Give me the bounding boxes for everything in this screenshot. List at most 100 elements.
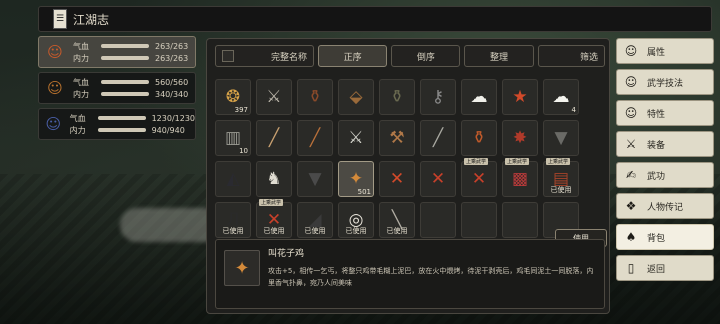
inventory-slot[interactable]: ⬙	[338, 79, 374, 115]
inventory-slot[interactable]: ⚔	[338, 120, 374, 156]
inventory-slot[interactable]: ★	[502, 79, 538, 115]
menu-item[interactable]: ❖ 人物传记	[616, 193, 714, 219]
page-title: 江湖志	[73, 12, 110, 27]
crossed-blades-icon: ✕	[471, 168, 487, 189]
inventory-slot[interactable]: ▥ 10	[215, 120, 251, 156]
mp-row: 内力 340/340	[73, 88, 195, 100]
inventory-slot[interactable]: ❂ 397	[215, 79, 251, 115]
inventory-slot[interactable]: ╱	[420, 120, 456, 156]
attributes-icon: ☺	[624, 44, 638, 58]
used-label: 已使用	[263, 227, 285, 235]
hp-label: 气血	[73, 77, 89, 87]
warrior-portrait: ☺	[47, 79, 63, 97]
menu-label: 装备	[647, 140, 666, 151]
equipment-icon: ⚔	[625, 137, 637, 151]
tab-forward[interactable]: 正序	[317, 45, 388, 67]
inventory-slot[interactable]: ◭	[215, 161, 251, 197]
inventory-grid: ❂ 397 ⚔ ⚱ ⬙ ⚱ ⚷ ☁ ★ ☁ 4 ▥ 10 ╱ ╱ ⚔ ⚒ ╱ ⚱ ✸ ▼ ◭ ♞ ▼ ✦ 501 ✕ ✕ ✕ 上乘武学 ▩ 上…	[215, 79, 609, 238]
menu-label: 武功	[647, 171, 666, 182]
rank-tag: 上乘武学	[546, 158, 571, 165]
inventory-panel: 完整名称 正序 倒序 整理 筛选 ❂ 397 ⚔ ⚱ ⬙ ⚱ ⚷ ☁ ★ ☁ 4 ▥ 10 ╱ ╱ ⚔ ⚒ ╱ ⚱ ✸…	[206, 38, 610, 314]
inventory-slot[interactable]: Л 已使用	[215, 202, 251, 238]
inventory-slot[interactable]: ⚷	[420, 79, 456, 115]
inventory-slot[interactable]: ▩ 上乘武学	[502, 158, 538, 197]
horse-icon: ♞	[266, 168, 282, 189]
inventory-slot[interactable]: ⚔	[256, 79, 292, 115]
book-icon[interactable]: ☰	[53, 9, 67, 29]
wine-jar-icon: ⚱	[307, 86, 323, 107]
menu-item[interactable]: ✍ 武功	[616, 162, 714, 188]
used-label: 已使用	[222, 227, 244, 235]
tab-filter[interactable]: 筛选	[537, 45, 605, 67]
inventory-slot[interactable]: ╱	[256, 120, 292, 156]
vest-icon: ▼	[308, 168, 322, 189]
menu-label: 特性	[647, 109, 666, 120]
empty-slot[interactable]	[502, 202, 538, 238]
party-member[interactable]: ☺ 气血 560/560 内力 340/340	[38, 72, 196, 104]
inventory-slot[interactable]: ♞	[256, 161, 292, 197]
item-name: 叫花子鸡	[268, 249, 305, 259]
inventory-slot[interactable]: ✦ 501	[338, 161, 374, 197]
biography-icon: ❖	[625, 199, 637, 213]
menu-item[interactable]: ♠ 背包	[616, 224, 714, 250]
inventory-slot[interactable]: ☁ 4	[543, 79, 579, 115]
hp-row: 气血 560/560	[73, 76, 195, 88]
tab-organize[interactable]: 整理	[464, 45, 534, 67]
menu-item[interactable]: ☺ 特性	[616, 100, 714, 126]
inventory-slot[interactable]: ✕ 上乘武学 已使用	[256, 199, 292, 238]
inventory-slot[interactable]: ╲ 已使用	[379, 202, 415, 238]
inventory-slot[interactable]: ⚱	[297, 79, 333, 115]
inventory-slot[interactable]: ▼	[297, 161, 333, 197]
inventory-slot[interactable]: ⚱	[379, 79, 415, 115]
hp-bar	[97, 116, 146, 120]
inventory-slot[interactable]: ⚱	[461, 120, 497, 156]
inventory-slot[interactable]: ▤ 上乘武学 已使用	[543, 158, 579, 197]
inventory-slot[interactable]: ✸	[502, 120, 538, 156]
inventory-slot[interactable]: ◎ 已使用	[338, 202, 374, 238]
inventory-slot[interactable]: ✕	[420, 161, 456, 197]
menu-item[interactable]: ☺ 武学技法	[616, 69, 714, 95]
inventory-slot[interactable]: ☁	[461, 79, 497, 115]
inventory-slot[interactable]: ◢ 已使用	[297, 202, 333, 238]
cloak-icon: ◭	[226, 168, 240, 189]
used-label: 已使用	[345, 227, 367, 235]
inventory-slot[interactable]: ▼	[543, 120, 579, 156]
item-count: 501	[357, 188, 371, 196]
monk-portrait: ☺	[47, 43, 63, 61]
full-name-toggle[interactable]: 完整名称	[215, 45, 314, 67]
beast-icon: ✸	[512, 127, 528, 148]
party-member[interactable]: ☺ 气血 263/263 内力 263/263	[38, 36, 196, 68]
empty-slot[interactable]	[461, 202, 497, 238]
inventory-slot[interactable]: ✕ 上乘武学	[461, 158, 497, 197]
title-bar: ☰ 江湖志	[38, 6, 712, 32]
hp-value: 560/560	[155, 77, 189, 87]
mp-row: 内力 263/263	[73, 52, 195, 64]
item-count: 397	[234, 106, 248, 114]
kungfu-icon: ✍	[625, 168, 637, 182]
scholar-portrait: ☺	[45, 115, 62, 133]
mp-label: 内力	[69, 125, 86, 135]
party-member[interactable]: ☺ 气血 1230/1230 内力 940/940	[38, 108, 196, 140]
member-stats: 气血 1230/1230 内力 940/940	[70, 112, 195, 136]
menu-label: 属性	[647, 47, 666, 58]
menu-item[interactable]: ⚔ 装备	[616, 131, 714, 157]
hp-value: 1230/1230	[151, 113, 195, 123]
axe-icon: ⚒	[389, 127, 405, 148]
inventory-slot[interactable]: ⚒	[379, 120, 415, 156]
tab-reverse[interactable]: 倒序	[391, 45, 461, 67]
item-count: 10	[239, 147, 248, 155]
menu-item[interactable]: ▯ 返回	[616, 255, 714, 281]
hp-bar	[101, 44, 149, 48]
rank-tag: 上乘武学	[464, 158, 489, 165]
martial-skills-icon: ☺	[624, 75, 638, 89]
used-label: 已使用	[550, 186, 572, 194]
empty-slot[interactable]	[420, 202, 456, 238]
inventory-slot[interactable]: ╱	[297, 120, 333, 156]
mp-bar	[101, 92, 149, 96]
full-name-label: 完整名称	[270, 52, 307, 63]
inventory-slot[interactable]: ✕	[379, 161, 415, 197]
menu-item[interactable]: ☺ 属性	[616, 38, 714, 64]
spear-icon: ╱	[432, 127, 444, 148]
checkbox-icon[interactable]	[222, 50, 234, 62]
sort-tabs: 完整名称 正序 倒序 整理 筛选	[215, 45, 605, 67]
